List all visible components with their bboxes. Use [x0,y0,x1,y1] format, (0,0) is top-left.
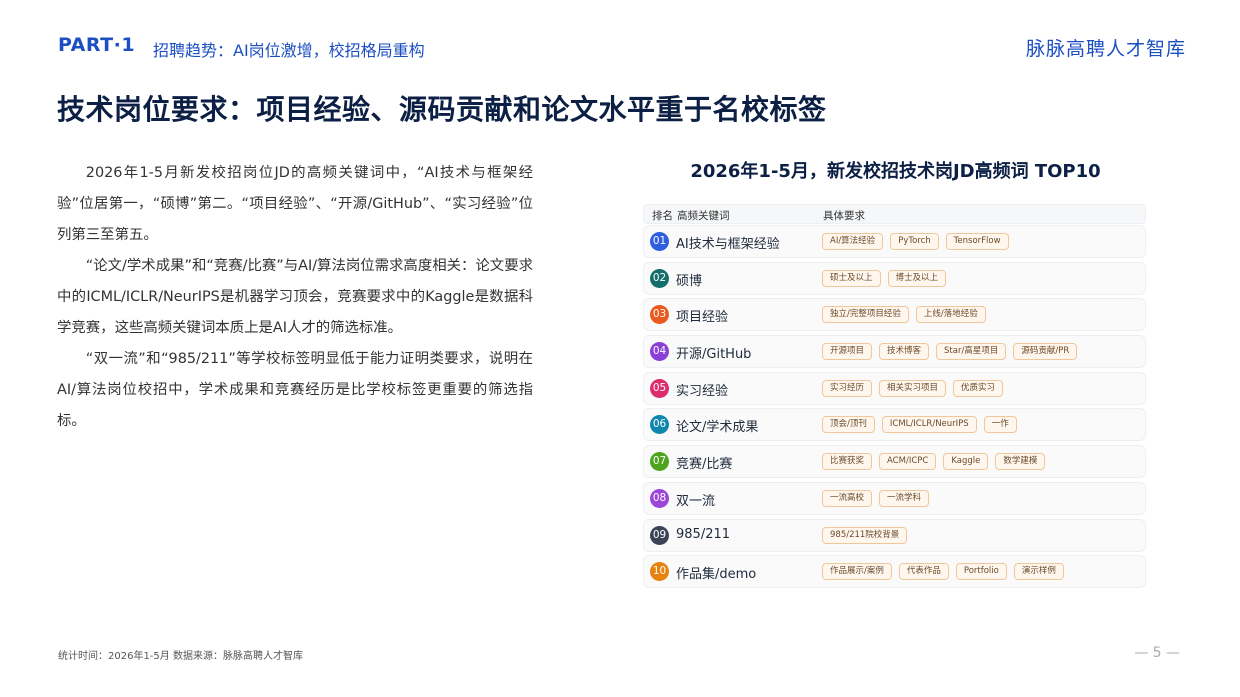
requirement-tag: 技术博客 [879,343,930,360]
rank-badge: 08 [650,489,669,508]
requirement-tag: 一作 [983,416,1017,433]
keyword-label: 硕博 [676,274,703,289]
table-row: 04 开源/GitHub 开源项目 技术博客 Star/高星项目 源码贡献/PR [643,335,1146,368]
requirement-tag: 演示样例 [1013,563,1064,580]
requirement-tags: 一流高校 一流学科 [822,490,930,507]
requirement-tag: 一流高校 [822,490,873,507]
keyword-label: 双一流 [676,494,716,509]
body-text: 2026年1-5月新发校招岗位JD的高频关键词中，“AI技术与框架经验”位居第一… [57,158,533,437]
requirement-tags: AI/算法经验 PyTorch TensorFlow [822,233,1009,250]
table-row: 08 双一流 一流高校 一流学科 [643,482,1146,515]
requirement-tag: 博士及以上 [887,270,947,287]
requirement-tag: ICML/ICLR/NeurIPS [881,416,977,433]
rank-badge: 02 [650,269,669,288]
requirement-tag: PyTorch [890,233,939,250]
rank-badge: 07 [650,452,669,471]
header-keyword: 高频关键词 [677,210,730,222]
requirement-tags: 比赛获奖 ACM/ICPC Kaggle 数学建模 [822,453,1046,470]
requirement-tag: Star/高星项目 [936,343,1007,360]
requirement-tags: 作品展示/案例 代表作品 Portfolio 演示样例 [822,563,1064,580]
requirement-tags: 顶会/顶刊 ICML/ICLR/NeurIPS 一作 [822,416,1017,433]
footer-source: 统计时间：2026年1-5月 数据来源：脉脉高聘人才智库 [58,651,303,662]
table-row: 09 985/211 985/211院校背景 [643,519,1146,552]
requirement-tags: 985/211院校背景 [822,527,908,544]
requirement-tags: 硕士及以上 博士及以上 [822,270,947,287]
requirement-tags: 实习经历 相关实习项目 优质实习 [822,380,1004,397]
requirement-tag: 上线/落地经验 [915,306,986,323]
requirement-tag: Portfolio [955,563,1007,580]
table-row: 10 作品集/demo 作品展示/案例 代表作品 Portfolio 演示样例 [643,555,1146,588]
requirement-tag: Kaggle [943,453,989,470]
requirement-tag: AI/算法经验 [822,233,884,250]
requirement-tag: TensorFlow [945,233,1009,250]
table-row: 05 实习经验 实习经历 相关实习项目 优质实习 [643,372,1146,405]
requirement-tag: 独立/完整项目经验 [822,306,909,323]
page-number: — 5 — [1134,645,1180,661]
paragraph: “论文/学术成果”和“竞赛/比赛”与AI/算法岗位需求高度相关：论文要求中的IC… [57,258,533,336]
requirement-tag: ACM/ICPC [879,453,937,470]
brand-name: 脉脉高聘人才智库 [1025,38,1186,60]
table-row: 07 竞赛/比赛 比赛获奖 ACM/ICPC Kaggle 数学建模 [643,445,1146,478]
requirement-tag: 代表作品 [898,563,949,580]
requirement-tag: 一流学科 [879,490,930,507]
keyword-label: 实习经验 [676,384,729,399]
requirement-tag: 相关实习项目 [879,380,947,397]
requirement-tag: 源码贡献/PR [1013,343,1078,360]
requirement-tag: 优质实习 [953,380,1004,397]
table-title: 2026年1-5月，新发校招技术岗JD高频词 TOP10 [690,161,1101,182]
rank-badge: 06 [650,415,669,434]
requirement-tag: 985/211院校背景 [822,527,908,544]
page-title: 技术岗位要求：项目经验、源码贡献和论文水平重于名校标签 [57,93,827,126]
keyword-label: 作品集/demo [676,567,757,582]
requirement-tag: 顶会/顶刊 [822,416,875,433]
rank-badge: 05 [650,379,669,398]
table-row: 03 项目经验 独立/完整项目经验 上线/落地经验 [643,298,1146,331]
requirement-tag: 硕士及以上 [822,270,881,287]
rank-badge: 04 [650,342,669,361]
section-label: PART·1 [58,34,136,56]
rank-badge: 10 [650,562,669,581]
rank-badge: 01 [650,232,669,251]
requirement-tag: 比赛获奖 [822,453,873,470]
section-subtitle: 招聘趋势：AI岗位激增，校招格局重构 [153,41,425,60]
rank-badge: 09 [650,526,669,545]
keyword-label: 项目经验 [676,310,729,325]
requirement-tag: 开源项目 [822,343,873,360]
paragraph: 2026年1-5月新发校招岗位JD的高频关键词中，“AI技术与框架经验”位居第一… [57,165,533,243]
keyword-label: 论文/学术成果 [676,420,759,435]
table-row: 01 AI技术与框架经验 AI/算法经验 PyTorch TensorFlow [643,225,1146,258]
keyword-label: 开源/GitHub [676,347,752,362]
header-requirements: 具体要求 [823,210,865,222]
requirement-tag: 实习经历 [822,380,873,397]
requirement-tag: 作品展示/案例 [822,563,892,580]
keyword-label: 竞赛/比赛 [676,457,733,472]
table-row: 06 论文/学术成果 顶会/顶刊 ICML/ICLR/NeurIPS 一作 [643,408,1146,441]
keyword-label: 985/211 [676,527,731,542]
requirement-tags: 独立/完整项目经验 上线/落地经验 [822,306,986,323]
keyword-label: AI技术与框架经验 [676,237,780,252]
requirement-tag: 数学建模 [995,453,1046,470]
rank-badge: 03 [650,305,669,324]
requirement-tags: 开源项目 技术博客 Star/高星项目 源码贡献/PR [822,343,1078,360]
header-rank: 排名 [652,210,673,222]
table-header: 排名 高频关键词 具体要求 [643,204,1146,224]
table-row: 02 硕博 硕士及以上 博士及以上 [643,262,1146,295]
paragraph: “双一流”和“985/211”等学校标签明显低于能力证明类要求，说明在AI/算法… [57,351,533,429]
